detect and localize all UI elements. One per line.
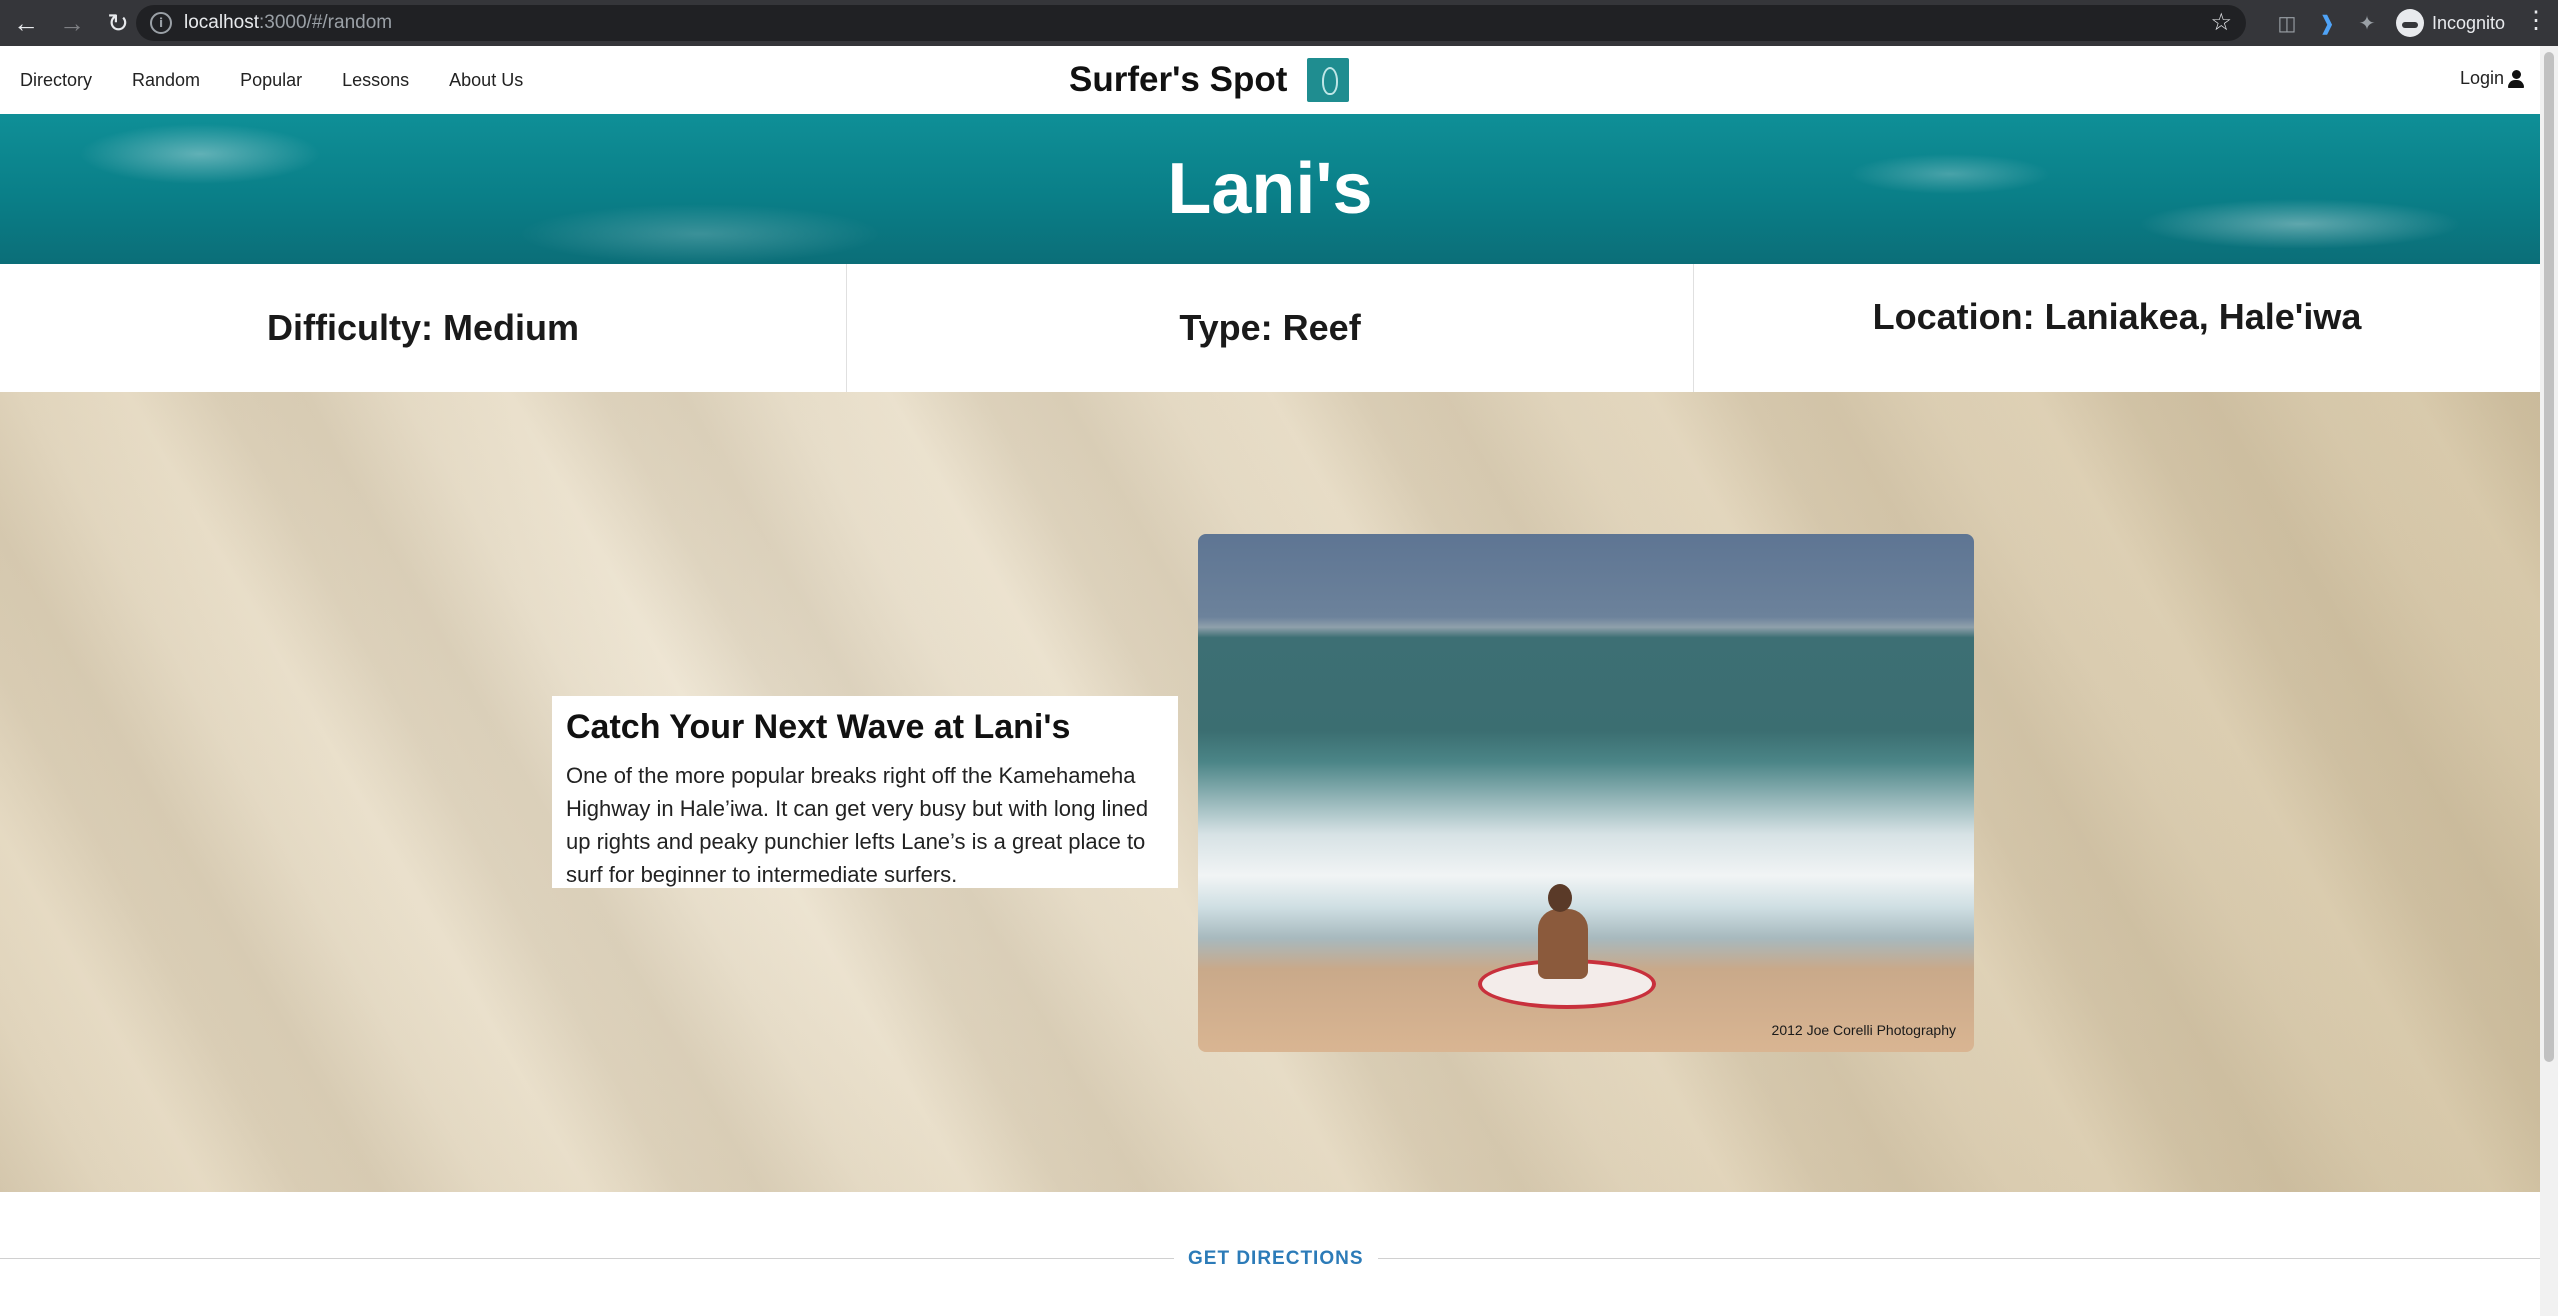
nav-directory[interactable]: Directory xyxy=(20,70,92,91)
difficulty-info: Difficulty: Medium xyxy=(0,264,847,392)
url-host: localhost xyxy=(184,12,259,33)
main-nav: Directory Random Popular Lessons About U… xyxy=(20,46,563,114)
spot-headline: Catch Your Next Wave at Lani's xyxy=(566,708,1071,746)
bookmark-star-icon[interactable]: ☆ xyxy=(2210,8,2232,37)
hero-banner: Lani's xyxy=(0,114,2540,264)
directions-section: GET DIRECTIONS xyxy=(0,1192,2540,1316)
url-path: :3000/#/random xyxy=(259,12,393,33)
audio-extension-icon[interactable]: ❱ xyxy=(2310,6,2344,40)
type-info: Type: Reef xyxy=(847,264,1694,392)
brand-name: Surfer's Spot xyxy=(1069,60,1288,99)
puzzle-extensions-icon[interactable]: ✦ xyxy=(2350,6,2384,40)
brand[interactable]: Surfer's Spot xyxy=(1069,58,1350,102)
site-info-icon[interactable]: i xyxy=(150,12,172,34)
nav-popular[interactable]: Popular xyxy=(240,70,302,91)
spot-info-strip: Difficulty: Medium Type: Reef Location: … xyxy=(0,264,2540,392)
nav-random[interactable]: Random xyxy=(132,70,200,91)
spot-description-card: Catch Your Next Wave at Lani's One of th… xyxy=(552,696,1178,888)
spot-details-section: Catch Your Next Wave at Lani's One of th… xyxy=(0,392,2540,1192)
extensions-area: ◫ ❱ ✦ Incognito xyxy=(2270,0,2505,46)
get-directions-button[interactable]: GET DIRECTIONS xyxy=(1174,1244,1378,1274)
shield-extension-icon[interactable]: ◫ xyxy=(2270,6,2304,40)
browser-toolbar: ← → ↻ i localhost:3000/#/random ☆ ◫ ❱ ✦ … xyxy=(0,0,2558,46)
incognito-profile[interactable]: Incognito xyxy=(2396,9,2505,37)
surfer-body-shape xyxy=(1538,909,1588,979)
nav-lessons[interactable]: Lessons xyxy=(342,70,409,91)
address-bar[interactable]: i localhost:3000/#/random ☆ xyxy=(136,5,2246,41)
incognito-icon xyxy=(2396,9,2424,37)
back-icon[interactable]: ← xyxy=(6,3,46,43)
reload-icon[interactable]: ↻ xyxy=(98,3,138,43)
spot-description: One of the more popular breaks right off… xyxy=(566,763,1149,887)
login-link[interactable]: Login xyxy=(2460,68,2524,89)
photo-credit: 2012 Joe Corelli Photography xyxy=(1771,1022,1956,1038)
user-icon xyxy=(2508,69,2524,88)
surfer-head-shape xyxy=(1548,884,1572,912)
surfboard-logo-icon xyxy=(1307,58,1350,102)
spot-title: Lani's xyxy=(1167,149,1373,229)
incognito-label: Incognito xyxy=(2432,12,2506,33)
browser-menu-icon[interactable]: ⋮ xyxy=(2524,6,2548,35)
scrollbar-thumb[interactable] xyxy=(2544,52,2554,1062)
spot-photo: 2012 Joe Corelli Photography xyxy=(1198,534,1974,1052)
nav-about-us[interactable]: About Us xyxy=(449,70,523,91)
url-text[interactable]: localhost:3000/#/random xyxy=(184,12,392,34)
login-label: Login xyxy=(2459,68,2504,88)
page-scrollbar[interactable] xyxy=(2540,46,2558,1316)
location-info: Location: Laniakea, Hale'iwa xyxy=(1872,296,2362,337)
site-header: Directory Random Popular Lessons About U… xyxy=(0,46,2540,115)
forward-icon[interactable]: → xyxy=(52,3,92,43)
